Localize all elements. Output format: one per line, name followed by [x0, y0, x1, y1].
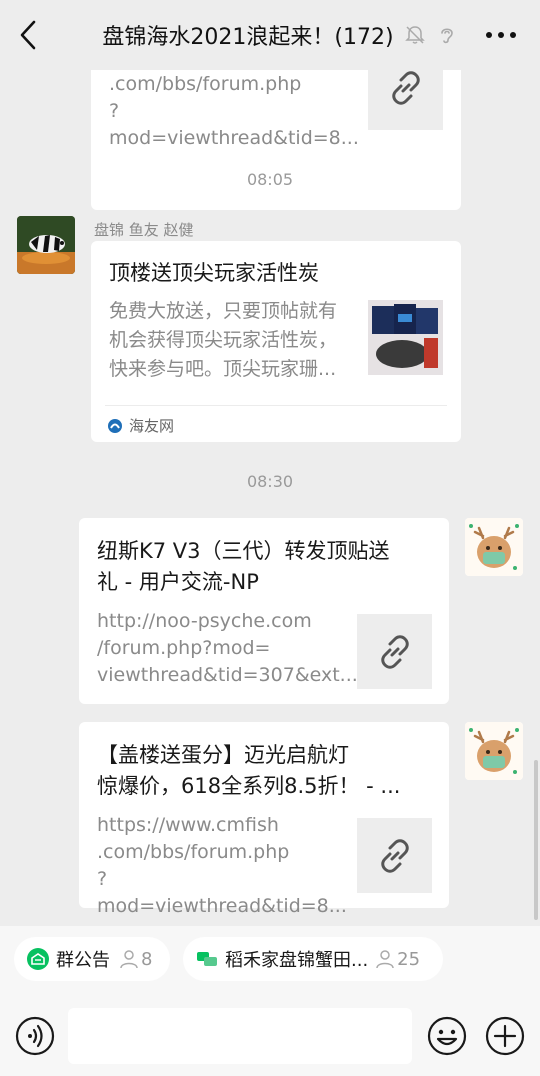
link-icon [380, 838, 409, 873]
link-title-line: 纽斯K7 V3（三代）转发顶贴送 [97, 539, 390, 563]
self-avatar[interactable] [465, 518, 523, 576]
link-title-line: 【盖楼送蛋分】迈光启航灯 [97, 743, 349, 767]
avatar[interactable] [17, 216, 75, 274]
link-url-line: .com/bbs/forum.php [109, 73, 302, 95]
pill-count: 25 [397, 948, 421, 970]
more-dots-icon [486, 32, 516, 38]
link-message-card[interactable]: 【盖楼送蛋分】迈光启航灯 惊爆价，618全系列8.5折！ - ... https… [79, 722, 449, 917]
emoji-button[interactable] [426, 1015, 468, 1057]
divider [105, 405, 447, 406]
message-input[interactable] [68, 1008, 412, 1064]
mute-bell-icon [404, 26, 425, 44]
deer-avatar-image [465, 722, 523, 780]
product-photo-image [368, 300, 443, 375]
scrollbar[interactable] [534, 760, 538, 920]
top-bar: 盘锦海水2021浪起来！(172) [0, 0, 540, 70]
pill-count: 8 [141, 948, 153, 970]
link-url-line: http://noo-psyche.com [97, 610, 312, 632]
pill-label: 稻禾家盘锦蟹田... [225, 950, 369, 971]
more-functions-button[interactable] [484, 1015, 526, 1057]
timestamp: 08:05 [246, 170, 294, 189]
notice-icon [27, 948, 49, 970]
link-url-line: viewthread&tid=307&ext... [97, 664, 358, 686]
source-logo-icon [108, 418, 122, 433]
chevron-left-icon [20, 20, 36, 50]
deer-avatar-image [465, 518, 523, 576]
article-desc-line: 机会获得顶尖玩家活性炭， [109, 329, 338, 351]
link-thumbnail [368, 70, 443, 125]
link-thumbnail [357, 614, 432, 689]
link-message-card[interactable]: 纽斯K7 V3（三代）转发顶贴送 礼 - 用户交流-NP http://noo-… [79, 518, 449, 704]
voice-icon [15, 1016, 55, 1056]
more-button[interactable] [484, 26, 518, 44]
self-avatar[interactable] [465, 722, 523, 780]
pill-label: 群公告 [56, 950, 110, 971]
earpiece-mode-icon [440, 28, 453, 44]
sender-name: 盘锦 鱼友 赵健 [94, 221, 194, 239]
chat-title: 盘锦海水2021浪起来！(172) [102, 25, 394, 50]
back-button[interactable] [14, 18, 44, 52]
link-url-line: ?mod=viewthread&tid=8... [109, 100, 359, 149]
link-title-line: 礼 - 用户交流-NP [97, 570, 259, 594]
article-title: 顶楼送顶尖玩家活性炭 [109, 261, 319, 285]
bottom-bar: 群公告 8 稻禾家盘锦蟹田... 25 [0, 926, 540, 1076]
link-thumbnail [357, 818, 432, 893]
chat-title-area[interactable]: 盘锦海水2021浪起来！(172) [80, 16, 480, 54]
link-url-line: ?mod=viewthread&tid=8... [97, 868, 347, 917]
link-title-line: 惊爆价，618全系列8.5折！ - ... [97, 774, 401, 798]
article-thumbnail [368, 300, 443, 375]
link-url-line: https://www.cmfish [97, 814, 279, 836]
person-icon [376, 950, 394, 969]
source-name: 海友网 [129, 417, 175, 435]
fish-avatar-image [17, 216, 75, 274]
chat-group-icon [197, 952, 217, 966]
person-icon [120, 950, 138, 969]
group-notice-pill[interactable]: 群公告 8 [14, 937, 170, 981]
voice-button[interactable] [14, 1015, 56, 1057]
article-desc-line: 快来参与吧。顶尖玩家珊... [109, 358, 337, 380]
link-url-line: /forum.php?mod= [97, 637, 271, 659]
link-icon [391, 70, 420, 105]
chat-area[interactable]: .com/bbs/forum.php ?mod=viewthread&tid=8… [0, 70, 540, 926]
timestamp: 08:30 [246, 472, 294, 491]
link-message-card[interactable]: .com/bbs/forum.php ?mod=viewthread&tid=8… [91, 70, 461, 210]
article-source: 海友网 [107, 415, 174, 436]
link-icon [380, 634, 409, 669]
article-message-card[interactable]: 顶楼送顶尖玩家活性炭 免费大放送，只要顶帖就有 机会获得顶尖玩家活性炭， 快来参… [91, 241, 461, 442]
article-desc-line: 免费大放送，只要顶帖就有 [109, 300, 338, 322]
mini-program-pill[interactable]: 稻禾家盘锦蟹田... 25 [183, 937, 443, 981]
plus-icon [485, 1016, 525, 1056]
emoji-icon [427, 1016, 467, 1056]
link-url-line: .com/bbs/forum.php [97, 841, 290, 863]
